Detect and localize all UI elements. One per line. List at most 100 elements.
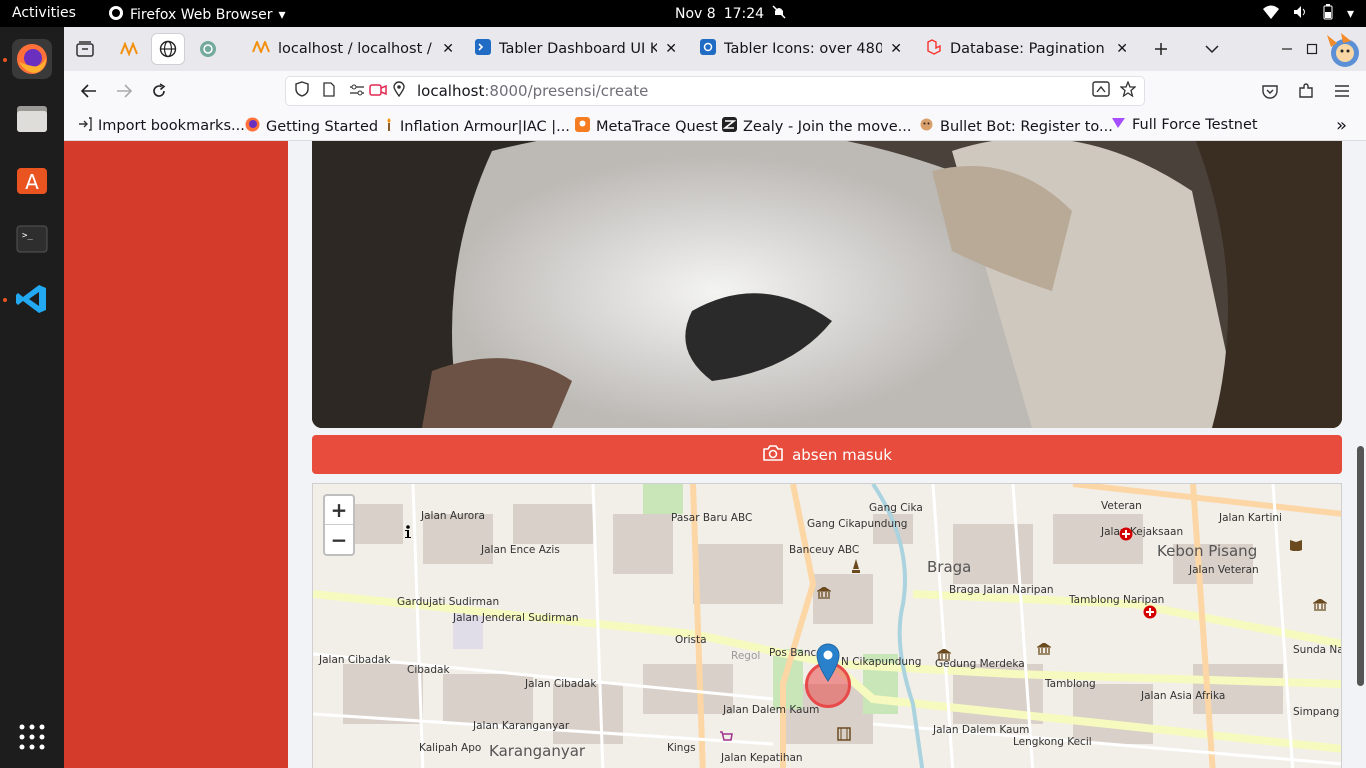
back-icon[interactable] bbox=[72, 75, 106, 107]
tab-bar: localhost / localhost / tes ✕ Tabler Das… bbox=[64, 27, 1366, 71]
close-tab-icon[interactable]: ✕ bbox=[665, 41, 681, 57]
fox-mascot-avatar bbox=[1318, 29, 1364, 69]
zoom-out-button[interactable]: − bbox=[325, 525, 353, 554]
location-in-use-icon[interactable] bbox=[393, 81, 405, 101]
bookmark-label: MetaTrace Quest bbox=[596, 118, 718, 135]
page-scrollbar[interactable] bbox=[1357, 446, 1364, 686]
museum-icon bbox=[815, 584, 833, 603]
page-content: absen masuk + − Jalan Aurora Jalan Ence … bbox=[64, 141, 1366, 768]
map-label: Gardujati Sudirman bbox=[397, 596, 500, 608]
location-map[interactable]: + − Jalan Aurora Jalan Ence Azis Pasar B… bbox=[312, 483, 1342, 768]
map-label: Jalan Karanganyar bbox=[473, 720, 570, 732]
system-tray[interactable]: ▾ bbox=[1262, 4, 1354, 24]
bookmark-label: Bullet Bot: Register to... bbox=[940, 118, 1113, 135]
volume-icon bbox=[1293, 5, 1309, 23]
wifi-icon bbox=[1262, 5, 1279, 23]
svg-text:A: A bbox=[25, 170, 39, 194]
webcam-preview bbox=[312, 141, 1342, 428]
map-label: Kings bbox=[667, 742, 696, 754]
files-dock-icon[interactable] bbox=[12, 99, 52, 139]
map-label: Karanganyar bbox=[489, 742, 586, 760]
red-sidebar-panel bbox=[64, 141, 288, 768]
map-label: Gang Cikapundung bbox=[807, 518, 908, 530]
show-apps-icon[interactable] bbox=[12, 717, 52, 757]
bookmark-inflation-armour[interactable]: Inflation Armour|IAC |... bbox=[384, 117, 570, 136]
close-tab-icon[interactable]: ✕ bbox=[1116, 41, 1132, 57]
map-label: Kebon Pisang bbox=[1157, 542, 1258, 560]
list-all-tabs-icon[interactable] bbox=[1195, 33, 1229, 65]
tab-phpmyadmin[interactable]: localhost / localhost / tes ✕ bbox=[246, 33, 458, 65]
absen-masuk-button[interactable]: absen masuk bbox=[312, 435, 1342, 474]
new-tab-icon[interactable] bbox=[1144, 33, 1178, 65]
app-center-dock-icon[interactable]: A bbox=[12, 159, 52, 199]
close-tab-icon[interactable]: ✕ bbox=[442, 41, 458, 57]
hospital-icon bbox=[1143, 604, 1157, 623]
bookmark-metatrace[interactable]: MetaTrace Quest bbox=[575, 117, 718, 136]
reload-icon[interactable] bbox=[142, 75, 176, 107]
phpmyadmin-pinned-tab-icon[interactable] bbox=[112, 33, 146, 65]
camera-icon bbox=[762, 444, 784, 466]
map-label: Jalan Cibadak bbox=[319, 654, 391, 666]
clock-date: Nov 8 bbox=[675, 6, 716, 22]
map-label: Veteran bbox=[1101, 500, 1142, 512]
vscode-dock-icon[interactable] bbox=[12, 279, 52, 319]
map-label: Jalan Dalem Kaum bbox=[933, 724, 1030, 736]
zealy-icon bbox=[722, 117, 737, 136]
bookmark-label: Zealy - Join the move... bbox=[743, 118, 912, 135]
map-label: Jalan Kepatihan bbox=[721, 752, 803, 764]
bookmark-bullet-bot[interactable]: Bullet Bot: Register to... bbox=[919, 117, 1113, 136]
bookmark-label: Import bookmarks... bbox=[98, 118, 245, 134]
map-label: Banceuy ABC bbox=[789, 544, 860, 556]
library-icon bbox=[1289, 536, 1303, 555]
map-label: Jalan Jenderal Sudirman bbox=[453, 612, 579, 624]
zoom-control: + − bbox=[323, 494, 355, 556]
bookmark-zealy[interactable]: Zealy - Join the move... bbox=[722, 117, 912, 136]
firefox-dock-icon[interactable] bbox=[12, 39, 52, 79]
tabler-icon bbox=[475, 39, 491, 59]
chatgpt-pinned-tab-icon[interactable] bbox=[191, 33, 225, 65]
info-icon bbox=[403, 524, 413, 543]
navigation-bar: localhost :8000/presensi/create bbox=[64, 71, 1366, 111]
torch-icon bbox=[384, 117, 394, 136]
app-name: Firefox Web Browser bbox=[130, 7, 273, 23]
url-host: localhost bbox=[417, 82, 485, 100]
close-tab-icon[interactable]: ✕ bbox=[890, 41, 906, 57]
terminal-dock-icon[interactable]: >_ bbox=[12, 219, 52, 259]
zoom-in-button[interactable]: + bbox=[325, 496, 353, 525]
bookmark-full-force[interactable]: Full Force Testnet bbox=[1111, 117, 1258, 133]
pocket-icon[interactable] bbox=[1253, 75, 1287, 107]
chevron-down-icon: ▾ bbox=[1346, 6, 1354, 22]
globe-pinned-tab-icon[interactable] bbox=[151, 33, 185, 65]
bullet-bot-icon bbox=[919, 117, 934, 136]
page-icon[interactable] bbox=[323, 81, 335, 101]
url-bar[interactable]: localhost :8000/presensi/create bbox=[285, 76, 1145, 106]
url-path: :8000/presensi/create bbox=[484, 82, 649, 100]
location-marker-icon[interactable] bbox=[815, 642, 841, 686]
permissions-icon[interactable] bbox=[349, 82, 365, 100]
svg-text:>_: >_ bbox=[22, 231, 33, 241]
map-label: Jalan Kartini bbox=[1219, 512, 1282, 524]
bookmark-star-icon[interactable] bbox=[1119, 80, 1137, 101]
shield-icon[interactable] bbox=[295, 81, 309, 101]
camera-in-use-icon[interactable] bbox=[369, 82, 387, 100]
bookmark-getting-started[interactable]: Getting Started bbox=[245, 117, 378, 136]
extensions-icon[interactable] bbox=[1289, 75, 1323, 107]
hamburger-menu-icon[interactable] bbox=[1325, 75, 1359, 107]
bookmark-import[interactable]: Import bookmarks... bbox=[78, 117, 245, 135]
shopping-icon bbox=[719, 728, 733, 747]
firefox-view-icon[interactable] bbox=[68, 33, 102, 65]
clock[interactable]: Nov 8 17:24 bbox=[675, 5, 786, 23]
reader-view-icon[interactable] bbox=[1092, 81, 1110, 101]
tab-laravel-pagination[interactable]: Database: Pagination - La ✕ bbox=[920, 33, 1132, 65]
map-label: Lengkong Kecil bbox=[1013, 736, 1092, 748]
activities-button[interactable]: Activities bbox=[12, 5, 76, 21]
map-label: Pasar Baru ABC bbox=[671, 512, 753, 524]
tab-tabler-dashboard[interactable]: Tabler Dashboard UI Kit - ✕ bbox=[469, 33, 681, 65]
map-label: Jalan Aurora bbox=[421, 510, 485, 522]
map-label: Simpang Lima bbox=[1293, 706, 1341, 718]
more-bookmarks-icon[interactable]: » bbox=[1336, 115, 1347, 136]
tab-tabler-icons[interactable]: Tabler Icons: over 4800 v ✕ bbox=[694, 33, 906, 65]
forward-icon[interactable] bbox=[107, 75, 141, 107]
app-menu[interactable]: Firefox Web Browser ▾ bbox=[108, 5, 286, 25]
cinema-icon bbox=[837, 726, 851, 745]
